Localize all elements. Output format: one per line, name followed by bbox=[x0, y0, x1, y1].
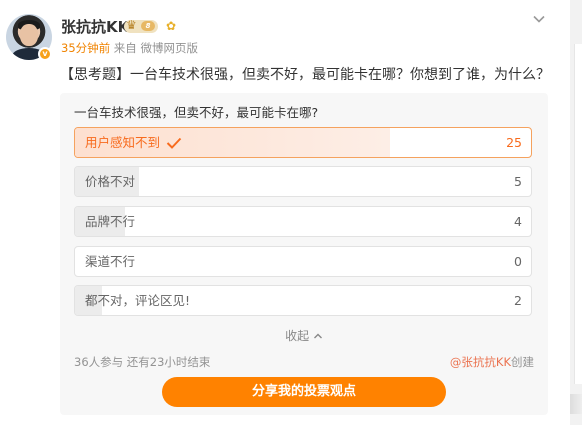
poll-option-label: 品牌不行 bbox=[85, 214, 136, 229]
check-icon bbox=[166, 137, 182, 149]
poll-question: 一台车技术很强，但卖不好，最可能卡在哪? bbox=[74, 105, 319, 120]
poll-option-label: 渠道不行 bbox=[85, 254, 136, 269]
flower-icon[interactable]: ✿ bbox=[166, 19, 176, 33]
vip-badge[interactable]: ♛ 8 bbox=[124, 18, 158, 33]
poll-option[interactable]: 用户感知不到 25 bbox=[74, 127, 532, 158]
post-text: 【思考题】一台车技术很强，但卖不好，最可能卡在哪？你想到了谁，为什么？ bbox=[60, 67, 550, 83]
avatar-face bbox=[20, 24, 38, 46]
vip-crown-icon: ♛ bbox=[126, 18, 137, 32]
poll-option[interactable]: 都不对，评论区见! 2 bbox=[74, 285, 532, 316]
author-name[interactable]: 张抗抗KK bbox=[61, 16, 129, 37]
verified-badge-icon: v bbox=[38, 47, 52, 61]
poll-card: 一台车技术很强，但卖不好，最可能卡在哪? 用户感知不到 25 价格不对 5 品牌… bbox=[60, 93, 548, 415]
poll-option[interactable]: 价格不对 5 bbox=[74, 166, 532, 197]
poll-option-count: 25 bbox=[506, 135, 522, 150]
poll-creator: @张抗抗KK创建 bbox=[450, 354, 534, 370]
poll-option[interactable]: 渠道不行 0 bbox=[74, 246, 532, 277]
vip-level: 8 bbox=[141, 21, 155, 31]
chevron-up-icon bbox=[313, 333, 322, 339]
collapse-toggle[interactable]: 收起 bbox=[60, 327, 548, 344]
poll-option-label: 都不对，评论区见! bbox=[85, 293, 191, 308]
post-meta: 35分钟前 来自 微博网页版 bbox=[61, 40, 198, 56]
poll-option-label: 用户感知不到 bbox=[85, 128, 182, 157]
creator-handle-link[interactable]: @张抗抗KK bbox=[450, 355, 511, 369]
poll-option-label: 价格不对 bbox=[85, 174, 136, 189]
right-panel-edge bbox=[574, 44, 582, 384]
poll-option[interactable]: 品牌不行 4 bbox=[74, 206, 532, 237]
poll-participants: 36人参与 还有23小时结束 bbox=[74, 355, 211, 369]
poll-option-count: 4 bbox=[514, 214, 522, 229]
poll-option-count: 5 bbox=[514, 174, 522, 189]
poll-option-count: 0 bbox=[514, 254, 522, 269]
post-source: 来自 微博网页版 bbox=[113, 41, 198, 55]
post-time[interactable]: 35分钟前 bbox=[61, 41, 110, 55]
right-panel-shadow bbox=[570, 394, 582, 414]
weibo-post-card: v 张抗抗KK ♛ 8 ✿ 35分钟前 来自 微博网页版 【思考题】一台车技术很… bbox=[0, 0, 570, 425]
creator-suffix: 创建 bbox=[511, 355, 534, 369]
chevron-down-icon[interactable] bbox=[532, 12, 546, 26]
collapse-label: 收起 bbox=[285, 329, 310, 343]
share-vote-button[interactable]: 分享我的投票观点 bbox=[162, 377, 446, 407]
right-rail bbox=[570, 0, 582, 425]
poll-option-count: 2 bbox=[514, 293, 522, 308]
